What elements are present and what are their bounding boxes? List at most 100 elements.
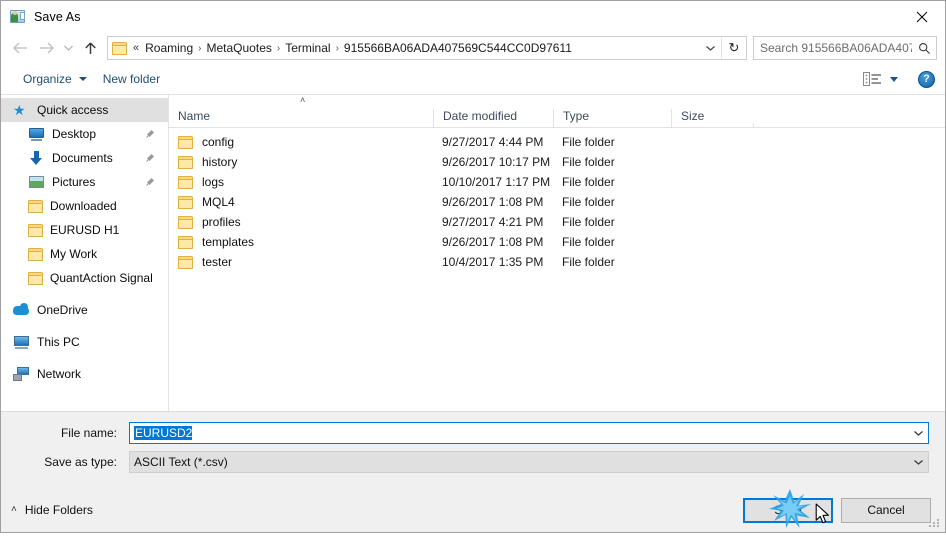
dialog-buttons: Save Cancel (743, 497, 931, 523)
pin-icon[interactable] (145, 152, 156, 166)
sidebar-item-eurusd-h1[interactable]: EURUSD H1 (1, 218, 168, 242)
recent-locations-button[interactable] (59, 35, 77, 61)
file-name-label: File name: (60, 426, 117, 440)
column-header-type[interactable]: Type (553, 109, 671, 127)
folder-icon (178, 235, 193, 249)
file-date-cell: 9/27/2017 4:44 PM (442, 135, 544, 149)
folder-icon (178, 215, 193, 229)
file-type-cell: File folder (562, 195, 615, 209)
file-name-text: profiles (202, 215, 241, 229)
sidebar-item-my-work[interactable]: My Work (1, 242, 168, 266)
search-icon[interactable] (912, 42, 936, 55)
table-row[interactable]: MQL4 9/26/2017 1:08 PM File folder (169, 192, 945, 212)
sidebar-item-documents[interactable]: Documents (1, 146, 168, 170)
file-name-value: EURUSD2 (134, 426, 193, 440)
folder-icon (178, 195, 193, 209)
address-dropdown-button[interactable] (699, 37, 721, 59)
back-button[interactable] (7, 35, 33, 61)
column-header-size[interactable]: Size (671, 109, 753, 127)
sidebar-item-label: Pictures (52, 175, 96, 189)
folder-icon (28, 271, 43, 285)
file-date-cell: 9/26/2017 1:08 PM (442, 235, 544, 249)
chevron-up-icon: ˄ (11, 504, 17, 515)
breadcrumb-item-roaming[interactable]: Roaming (142, 40, 196, 56)
table-row[interactable]: templates 9/26/2017 1:08 PM File folder (169, 232, 945, 252)
table-row[interactable]: config 9/27/2017 4:44 PM File folder (169, 132, 945, 152)
sidebar-item-pictures[interactable]: Pictures (1, 170, 168, 194)
cancel-button[interactable]: Cancel (841, 497, 931, 523)
sidebar-item-desktop[interactable]: Desktop (1, 122, 168, 146)
table-row[interactable]: history 9/26/2017 10:17 PM File folder (169, 152, 945, 172)
table-row[interactable]: logs 10/10/2017 1:17 PM File folder (169, 172, 945, 192)
file-type-cell: File folder (562, 215, 615, 229)
sidebar-item-quantaction-signal[interactable]: QuantAction Signal (1, 266, 168, 290)
folder-icon (28, 199, 43, 213)
cancel-button-label: Cancel (867, 503, 905, 517)
sidebar-item-label: My Work (50, 247, 98, 261)
address-bar[interactable]: « Roaming › MetaQuotes › Terminal › 9155… (107, 36, 747, 60)
column-header-date-modified[interactable]: Date modified (433, 109, 553, 127)
up-one-level-button[interactable] (77, 35, 103, 61)
folder-icon (178, 255, 193, 269)
change-view-button[interactable] (859, 69, 902, 90)
pictures-icon (28, 175, 45, 190)
file-date-cell: 9/26/2017 10:17 PM (442, 155, 551, 169)
save-as-icon (10, 9, 26, 25)
organize-button[interactable]: Organize (15, 68, 95, 90)
close-button[interactable] (899, 1, 945, 32)
breadcrumb: « Roaming › MetaQuotes › Terminal › 9155… (108, 40, 699, 56)
breadcrumb-overflow[interactable]: « (132, 42, 142, 54)
file-name-cell: templates (169, 235, 433, 249)
file-type-cell: File folder (562, 135, 615, 149)
sidebar-item-label: Documents (52, 151, 113, 165)
column-header-name[interactable]: Name (169, 109, 433, 127)
file-type-cell: File folder (562, 235, 615, 249)
dialog-footer: ˄ Hide Folders Save Cancel (1, 488, 945, 532)
save-button[interactable]: Save (743, 497, 833, 523)
file-name-row: File name: EURUSD2 (17, 422, 929, 444)
save-as-type-combo[interactable]: ASCII Text (*.csv) (129, 451, 929, 473)
save-form: File name: EURUSD2 Save as type: ASCII T… (1, 411, 945, 488)
sidebar-item-label: EURUSD H1 (50, 223, 120, 237)
pin-icon[interactable] (145, 128, 156, 142)
file-name-input[interactable]: EURUSD2 (130, 426, 908, 440)
table-row[interactable]: tester 10/4/2017 1:35 PM File folder (169, 252, 945, 272)
refresh-button[interactable]: ↻ (722, 37, 746, 59)
sidebar-item-this-pc[interactable]: This PC (1, 330, 168, 354)
this-pc-icon (13, 335, 30, 350)
breadcrumb-item-metaquotes[interactable]: MetaQuotes (204, 40, 275, 56)
pin-icon[interactable] (145, 176, 156, 190)
resize-grip-icon[interactable] (929, 517, 941, 529)
file-name-dropdown-button[interactable] (908, 429, 928, 437)
chevron-down-icon (913, 460, 923, 465)
breadcrumb-item-terminal[interactable]: Terminal (282, 40, 333, 56)
hide-folders-button[interactable]: ˄ Hide Folders (11, 503, 93, 517)
file-name-combo[interactable]: EURUSD2 (129, 422, 929, 444)
forward-button[interactable] (33, 35, 59, 61)
sidebar-item-quick-access[interactable]: ★ Quick access (1, 98, 168, 122)
save-as-dialog: Save As « Roaming › MetaQuotes › Termina… (0, 0, 946, 533)
chevron-down-icon (78, 77, 87, 81)
file-name-text: tester (202, 255, 233, 269)
file-date-cell: 10/10/2017 1:17 PM (442, 175, 551, 189)
sidebar-item-onedrive[interactable]: OneDrive (1, 298, 168, 322)
breadcrumb-item-guid[interactable]: 915566BA06ADA407569C544CC0D97611 (341, 40, 575, 56)
sidebar-item-label: Quick access (37, 103, 109, 117)
search-box[interactable]: Search 915566BA06ADA40756... (753, 36, 937, 60)
table-row[interactable]: profiles 9/27/2017 4:21 PM File folder (169, 212, 945, 232)
file-date-cell: 10/4/2017 1:35 PM (442, 255, 544, 269)
save-as-type-dropdown-button[interactable] (908, 458, 928, 466)
sidebar-item-downloaded[interactable]: Downloaded (1, 194, 168, 218)
view-options-icon (863, 71, 881, 86)
close-icon (916, 11, 928, 22)
file-date-cell: 9/26/2017 1:08 PM (442, 195, 544, 209)
file-name-text: logs (202, 175, 225, 189)
sidebar-item-label: OneDrive (37, 303, 88, 317)
sidebar-item-label: QuantAction Signal (50, 271, 153, 285)
help-button[interactable]: ? (918, 70, 935, 88)
new-folder-button[interactable]: New folder (95, 68, 168, 90)
save-as-type-label: Save as type: (44, 455, 117, 469)
sidebar-item-network[interactable]: Network (1, 362, 168, 386)
search-input[interactable]: Search 915566BA06ADA40756... (754, 41, 912, 55)
file-date-cell: 9/27/2017 4:21 PM (442, 215, 544, 229)
